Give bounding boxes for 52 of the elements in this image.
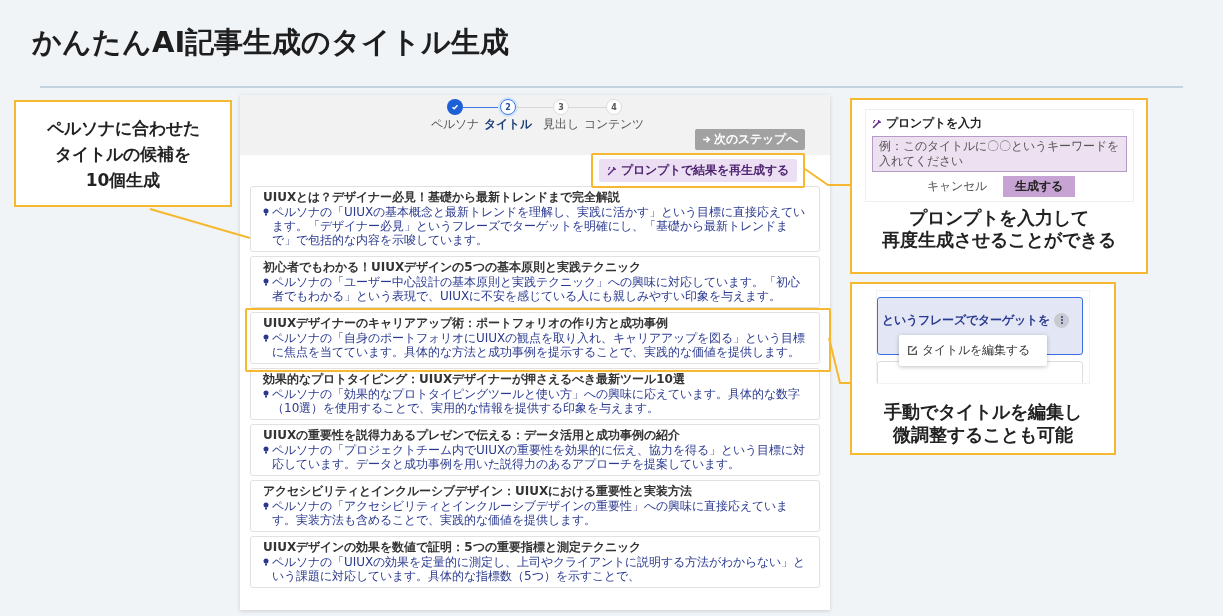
magic-wand-icon bbox=[607, 165, 617, 176]
reason-text: ペルソナの「効果的なプロトタイピングツールと使い方」への興味に応えています。具体的な数字（10選）を使用することで、実用的な情報を提供する印象を与えます。 bbox=[272, 387, 801, 415]
lightbulb-icon bbox=[263, 334, 269, 342]
edit-icon bbox=[907, 345, 918, 356]
title-text: UIUXデザイナーのキャリアアップ術：ポートフォリオの作り方と成功事例 bbox=[263, 316, 670, 330]
magic-wand-icon bbox=[871, 118, 882, 129]
menu-item[interactable]: タイトルを編集する bbox=[907, 342, 1039, 359]
step-label[interactable]: タイトル bbox=[484, 117, 532, 132]
reason-text: ペルソナの「UIUXの効果を定量的に測定し、上司やクライアントに説明する方法がわからない」という課題に対応しています。具体的な指標数（5つ）を示すことで、 bbox=[272, 555, 807, 583]
callout-text: ペルソナに合わせた タイトルの候補を 10個生成 bbox=[46, 116, 200, 192]
title-text: UIUXとは？デザイナー必見！基礎から最新トレンドまで完全解説 bbox=[263, 190, 622, 204]
reason-text: というフレーズでターゲットを bbox=[882, 311, 1050, 329]
title-text: UIUXデザインの効果を数値で証明：5つの重要指標と測定テクニック bbox=[263, 540, 642, 554]
lightbulb-icon bbox=[263, 502, 269, 510]
title-text: UIUXの重要性を説得力あるプレゼンで伝える：データ活用と成功事例の紹介 bbox=[263, 428, 682, 442]
reason-text: ペルソナの「アクセシビリティとインクルーシブデザインの重要性」への興味に直接応えています。実装方法も含めることで、実践的な価値を提供します。 bbox=[272, 499, 789, 527]
callout-text: 手動でタイトルを編集し 微調整することも可能 bbox=[884, 400, 1082, 446]
title-text: 効果的なプロトタイピング：UIUXデザイナーが押さえるべき最新ツール10選 bbox=[263, 372, 686, 386]
lightbulb-icon bbox=[263, 558, 269, 566]
title-text: 初心者でもわかる！UIUXデザインの5つの基本原則と実践テクニック bbox=[263, 260, 642, 274]
check-icon bbox=[451, 103, 459, 111]
title-text: アクセシビリティとインクルーシブデザイン：UIUXにおける重要性と実装方法 bbox=[263, 484, 694, 498]
reason-text: ペルソナの「UIUXの基本概念と最新トレンドを理解し、実践に活かす」という目標に直接応えています。「デザイナー必見」というフレーズでターゲットを明確にし、「基礎から最新トレンドまで」で包括的な内容を示唆しています。 bbox=[272, 205, 807, 247]
title-card[interactable]: UIUXの重要性を説得力あるプレゼンで伝える：データ活用と成功事例の紹介 ペルソナの「プロジェクトチーム内でUIUXの重要性を効果的に伝え、協力を得る」という目標に対応しています。データと成功事例を用いた説得力のあるアプローチを提案しています。 bbox=[250, 424, 820, 476]
more-options-icon[interactable] bbox=[1054, 312, 1069, 328]
regenerate-button[interactable]: プロンプトで結果を再生成する bbox=[599, 159, 797, 182]
callout-text: プロンプトを入力して 再度生成させることができる bbox=[882, 207, 1116, 251]
lightbulb-icon bbox=[263, 208, 269, 216]
panel-heading: プロンプトを入力 bbox=[885, 115, 982, 132]
title-card[interactable]: 初心者でもわかる！UIUXデザインの5つの基本原則と実践テクニック ペルソナの「ユーザー中心設計の基本原則と実践テクニック」への興味に対応しています。「初心者でもわかる」という表現で、UIUXに不安を感じている人にも親しみやすい印象を与えます。 bbox=[250, 256, 820, 308]
title-card[interactable]: 効果的なプロトタイピング：UIUXデザイナーが押さえるべき最新ツール10選 ペルソナの「効果的なプロトタイピングツールと使い方」への興味に応えています。具体的な数字（10選）を使用することで、実用的な情報を提供する印象を与えます。 bbox=[250, 368, 820, 420]
lightbulb-icon bbox=[263, 390, 269, 398]
step-label[interactable]: コンテンツ bbox=[584, 117, 644, 132]
prompt-input[interactable]: 例：このタイトルに〇〇というキーワードを入れてください bbox=[871, 136, 1127, 172]
title-card[interactable]: アクセシビリティとインクルーシブデザイン：UIUXにおける重要性と実装方法 ペルソナの「アクセシビリティとインクルーシブデザインの重要性」への興味に直接応えています。実装方法も含めることで、実践的な価値を提供します。 bbox=[250, 480, 820, 532]
step-label[interactable]: 見出し bbox=[543, 117, 579, 132]
arrow-right-icon bbox=[702, 135, 711, 144]
title-card[interactable]: UIUXとは？デザイナー必見！基礎から最新トレンドまで完全解説 ペルソナの「UIUXの基本概念と最新トレンドを理解し、実践に活かす」という目標に直接応えています。「デザイナー必見」というフレーズでターゲットを明確にし、「基礎から最新トレンドまで」で包括的な内容を示唆しています。 bbox=[250, 186, 820, 252]
title-card[interactable]: UIUXデザインの効果を数値で証明：5つの重要指標と測定テクニック ペルソナの「UIUXの効果を定量的に測定し、上司やクライアントに説明する方法がわからない」という課題に対応しています。具体的な指標数（5つ）を示すことで、 bbox=[250, 536, 820, 588]
step-indicator: 3 bbox=[553, 99, 569, 115]
reason-text: ペルソナの「プロジェクトチーム内でUIUXの重要性を効果的に伝え、協力を得る」という目標に対応しています。データと成功事例を用いた説得力のあるアプローチを提案しています。 bbox=[272, 443, 807, 471]
step-indicator: 2 bbox=[500, 99, 516, 115]
reason-text: ペルソナの「自身のポートフォリオにUIUXの観点を取り入れ、キャリアアップを図る」という目標に焦点を当てています。具体的な方法と成功事例を提示することで、実践的な価値を提供します。 bbox=[272, 331, 807, 359]
cancel-button[interactable]: キャンセル bbox=[923, 176, 991, 197]
reason-text: ペルソナの「ユーザー中心設計の基本原則と実践テクニック」への興味に対応しています。「初心者でもわかる」という表現で、UIUXに不安を感じている人にも親しみやすい印象を与えます。 bbox=[272, 275, 801, 303]
page-title: かんたんAI記事生成のタイトル生成 bbox=[31, 24, 511, 61]
step-indicator: 4 bbox=[606, 99, 622, 115]
lightbulb-icon bbox=[263, 446, 269, 454]
title-card[interactable]: UIUXデザイナーのキャリアアップ術：ポートフォリオの作り方と成功事例 ペルソナの「自身のポートフォリオにUIUXの観点を取り入れ、キャリアアップを図る」という目標に焦点を当てています。具体的な方法と成功事例を提示することで、実践的な価値を提供します。 bbox=[250, 312, 820, 364]
lightbulb-icon bbox=[263, 278, 269, 286]
generate-button[interactable]: 生成する bbox=[1003, 176, 1075, 197]
step-label[interactable]: ペルソナ bbox=[431, 117, 479, 132]
